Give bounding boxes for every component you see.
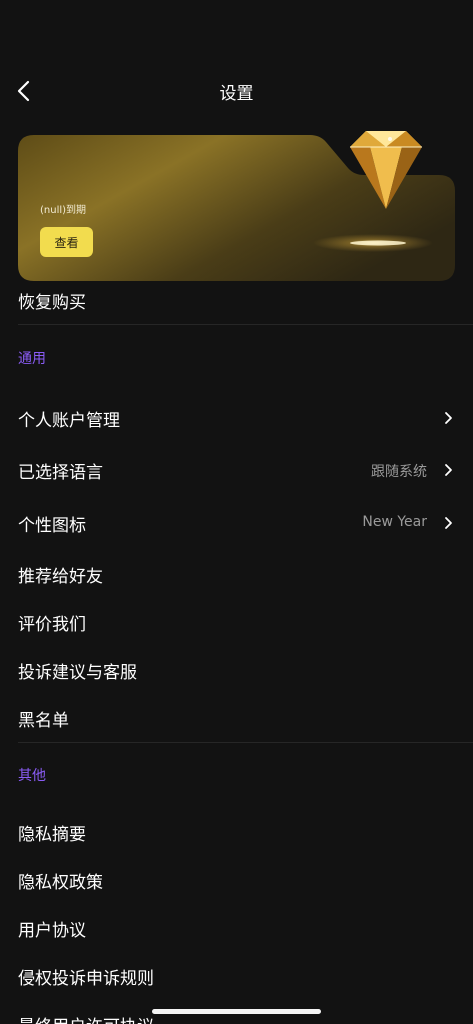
settings-item-infringement-rules[interactable]: 侵权投诉申诉规则: [0, 956, 473, 996]
settings-item-recommend[interactable]: 推荐给好友: [0, 554, 473, 594]
gold-diamond-image: [350, 131, 422, 209]
settings-item-user-agreement[interactable]: 用户协议: [0, 908, 473, 948]
home-indicator: [152, 1009, 321, 1014]
vip-card: (null)到期 查看: [18, 131, 455, 281]
settings-item-value: 跟随系统: [371, 464, 427, 480]
settings-item-eula[interactable]: 最终用户许可协议: [0, 1004, 473, 1024]
settings-item-privacy-policy[interactable]: 隐私权政策: [0, 860, 473, 900]
settings-item-account[interactable]: 个人账户管理: [0, 398, 473, 438]
settings-item-language[interactable]: 已选择语言 跟随系统: [0, 450, 473, 490]
nav-bar: 设置: [0, 66, 473, 116]
restore-purchase-button[interactable]: 恢复购买: [18, 288, 86, 313]
page-title: 设置: [219, 84, 254, 104]
settings-item-label: 评价我们: [18, 615, 86, 635]
chevron-right-icon: [445, 464, 452, 476]
settings-item-app-icon[interactable]: 个性图标 New Year: [0, 503, 473, 543]
settings-item-label: 黑名单: [18, 711, 69, 731]
settings-item-label: 用户协议: [18, 921, 86, 941]
settings-item-privacy-summary[interactable]: 隐私摘要: [0, 812, 473, 852]
divider: [18, 742, 473, 743]
settings-item-label: 个性图标: [18, 516, 86, 536]
settings-item-label: 投诉建议与客服: [18, 663, 137, 683]
view-button[interactable]: 查看: [40, 227, 93, 257]
chevron-right-icon: [445, 412, 452, 424]
section-heading-other: 其他: [18, 768, 46, 784]
settings-item-label: 已选择语言: [18, 463, 103, 483]
settings-item-label: 隐私摘要: [18, 825, 86, 845]
settings-item-feedback[interactable]: 投诉建议与客服: [0, 650, 473, 690]
divider: [18, 324, 473, 325]
chevron-right-icon: [445, 517, 452, 529]
settings-item-label: 隐私权政策: [18, 873, 103, 893]
settings-item-label: 侵权投诉申诉规则: [18, 969, 154, 989]
settings-item-rate[interactable]: 评价我们: [0, 602, 473, 642]
settings-item-blacklist[interactable]: 黑名单: [0, 698, 473, 738]
expire-text: (null)到期: [40, 205, 87, 216]
settings-item-label: 个人账户管理: [18, 411, 120, 431]
settings-item-label: 推荐给好友: [18, 567, 103, 587]
section-heading-general: 通用: [18, 351, 46, 367]
settings-item-value: New Year: [362, 514, 427, 530]
settings-item-label: 最终用户许可协议: [18, 1012, 154, 1024]
